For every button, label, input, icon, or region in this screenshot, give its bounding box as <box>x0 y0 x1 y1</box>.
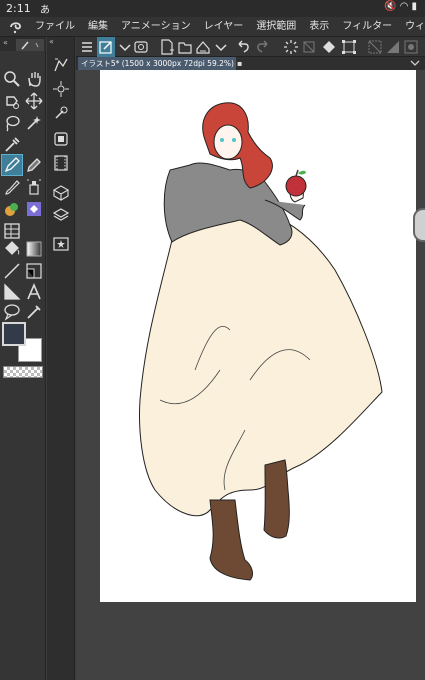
zoom-icon[interactable] <box>2 69 22 89</box>
menu-filter[interactable]: フィルター <box>342 17 392 37</box>
menu-view[interactable]: 表示 <box>309 17 329 37</box>
chevron-down-icon[interactable] <box>212 37 230 57</box>
system-icons: 🔇◠▮ <box>384 1 420 12</box>
fill-icon[interactable] <box>2 239 22 259</box>
main-color-swatch[interactable] <box>2 322 26 346</box>
transform-icon[interactable] <box>51 79 71 99</box>
layer-icon[interactable] <box>51 129 71 149</box>
expand-icon[interactable]: « <box>49 37 54 46</box>
brush-icon[interactable] <box>2 177 22 197</box>
line-icon[interactable] <box>2 261 22 281</box>
ruler-icon[interactable] <box>24 261 44 281</box>
deselect-icon[interactable] <box>366 37 384 57</box>
menu-layer[interactable]: レイヤー <box>204 17 244 37</box>
new-file-icon[interactable] <box>158 37 176 57</box>
wifi-icon: ◠ <box>399 1 412 12</box>
move-icon[interactable] <box>24 91 44 111</box>
invert-selection-icon[interactable] <box>384 37 402 57</box>
menu-edit[interactable]: 編集 <box>88 17 108 37</box>
balloon-icon[interactable] <box>2 302 22 322</box>
lasso-select-icon[interactable] <box>2 113 22 133</box>
skirt <box>139 208 383 517</box>
app-window: 2:11 あ 🔇◠▮ ファイル 編集 アニメーション レイヤー 選択範囲 表示 … <box>0 0 425 680</box>
pen-icon[interactable] <box>1 154 23 176</box>
left-boot <box>209 499 253 581</box>
shape-icon[interactable] <box>51 55 71 75</box>
notification-icon: あ <box>40 5 50 16</box>
open-file-icon[interactable] <box>176 37 194 57</box>
document-tab-bar: イラスト5* (1500 x 3000px 72dpi 59.2%) ▪ <box>76 57 425 70</box>
canvas-area[interactable] <box>76 70 425 680</box>
eraser-icon[interactable] <box>24 199 44 219</box>
eyedropper-icon[interactable] <box>2 135 22 155</box>
menu-window[interactable]: ウィンドウ <box>405 17 425 37</box>
clip-studio-logo-icon[interactable] <box>8 19 24 35</box>
chevron-down-icon[interactable] <box>410 58 420 68</box>
layers-icon[interactable] <box>51 205 71 225</box>
command-bar <box>76 37 425 57</box>
hamburger-menu-icon[interactable] <box>78 37 96 57</box>
gradient-icon[interactable] <box>24 239 44 259</box>
pencil-icon[interactable] <box>24 155 44 175</box>
color-indicator[interactable] <box>2 322 44 364</box>
edit-mode-icon[interactable] <box>97 37 115 57</box>
battery-icon: ▮ <box>411 1 420 12</box>
canvas-paper[interactable] <box>100 70 416 602</box>
status-time: 2:11 <box>6 2 31 15</box>
text-icon[interactable] <box>24 282 44 302</box>
undo-icon[interactable] <box>234 37 252 57</box>
menu-file[interactable]: ファイル <box>35 17 75 37</box>
tool-palette: « <box>0 37 46 680</box>
layer-mask-icon[interactable] <box>402 37 420 57</box>
hand-icon[interactable] <box>24 69 44 89</box>
settings-icon[interactable] <box>51 103 71 123</box>
collapse-icon[interactable]: « <box>3 38 8 47</box>
decoration-icon[interactable] <box>2 199 22 219</box>
close-tab-icon[interactable]: ▪ <box>237 57 242 70</box>
auto-select-icon[interactable] <box>24 113 44 133</box>
sub-tool-panel: « <box>47 37 75 680</box>
frame-border-icon[interactable] <box>2 221 22 241</box>
save-icon[interactable] <box>194 37 212 57</box>
menu-animation[interactable]: アニメーション <box>121 17 191 37</box>
correct-line-icon[interactable] <box>24 302 44 322</box>
loading-icon[interactable] <box>282 37 300 57</box>
menu-bar: ファイル 編集 アニメーション レイヤー 選択範囲 表示 フィルター ウィンドウ <box>0 17 425 37</box>
android-status-bar: 2:11 あ 🔇◠▮ <box>0 0 425 17</box>
figure-icon[interactable] <box>2 282 22 302</box>
rotate-icon[interactable] <box>2 91 22 111</box>
mute-icon: 🔇 <box>384 1 400 12</box>
material-icon[interactable] <box>51 234 71 254</box>
redo-icon[interactable] <box>254 37 272 57</box>
3d-icon[interactable] <box>51 183 71 203</box>
apple <box>285 175 307 197</box>
transparent-color-swatch[interactable] <box>3 366 43 378</box>
clear-layer-icon[interactable] <box>300 37 318 57</box>
character-illustration <box>139 102 383 581</box>
transform-selection-icon[interactable] <box>340 37 358 57</box>
tool-palette-header: « <box>0 37 46 51</box>
panel-edge-handle[interactable] <box>413 208 425 242</box>
document-tab[interactable]: イラスト5* (1500 x 3000px 72dpi 59.2%) <box>78 57 236 70</box>
face <box>213 124 243 160</box>
airbrush-icon[interactable] <box>24 177 44 197</box>
filmstrip-icon[interactable] <box>51 153 71 173</box>
right-boot <box>263 459 290 539</box>
pen-palette-tab[interactable] <box>16 39 44 51</box>
menu-selection[interactable]: 選択範囲 <box>256 17 296 37</box>
fill-selection-icon[interactable] <box>320 37 338 57</box>
clip-studio-icon[interactable] <box>132 37 150 57</box>
